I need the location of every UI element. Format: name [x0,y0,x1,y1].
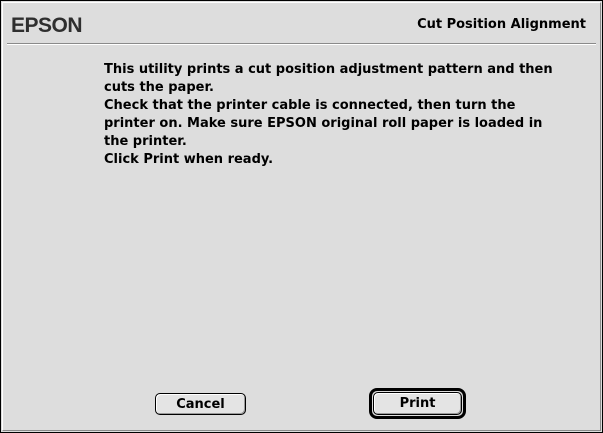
instruction-line: cuts the paper. [104,80,214,95]
print-button[interactable]: Print [373,392,462,415]
instruction-line: Click Print when ready. [104,152,274,167]
instruction-line: printer on. Make sure EPSON original rol… [104,116,543,131]
cancel-button[interactable]: Cancel [155,393,246,415]
dialog-title: Cut Position Alignment [417,17,586,32]
instruction-line: Check that the printer cable is connecte… [104,98,516,113]
header-divider [7,43,596,45]
epson-logo: EPSON [11,14,83,37]
instruction-line: This utility prints a cut position adjus… [104,62,553,77]
instruction-text: This utility prints a cut position adjus… [104,61,590,169]
dialog-window: EPSON Cut Position Alignment This utilit… [0,0,603,433]
instruction-line: the printer. [104,134,187,149]
dialog-body: EPSON Cut Position Alignment This utilit… [2,2,601,431]
